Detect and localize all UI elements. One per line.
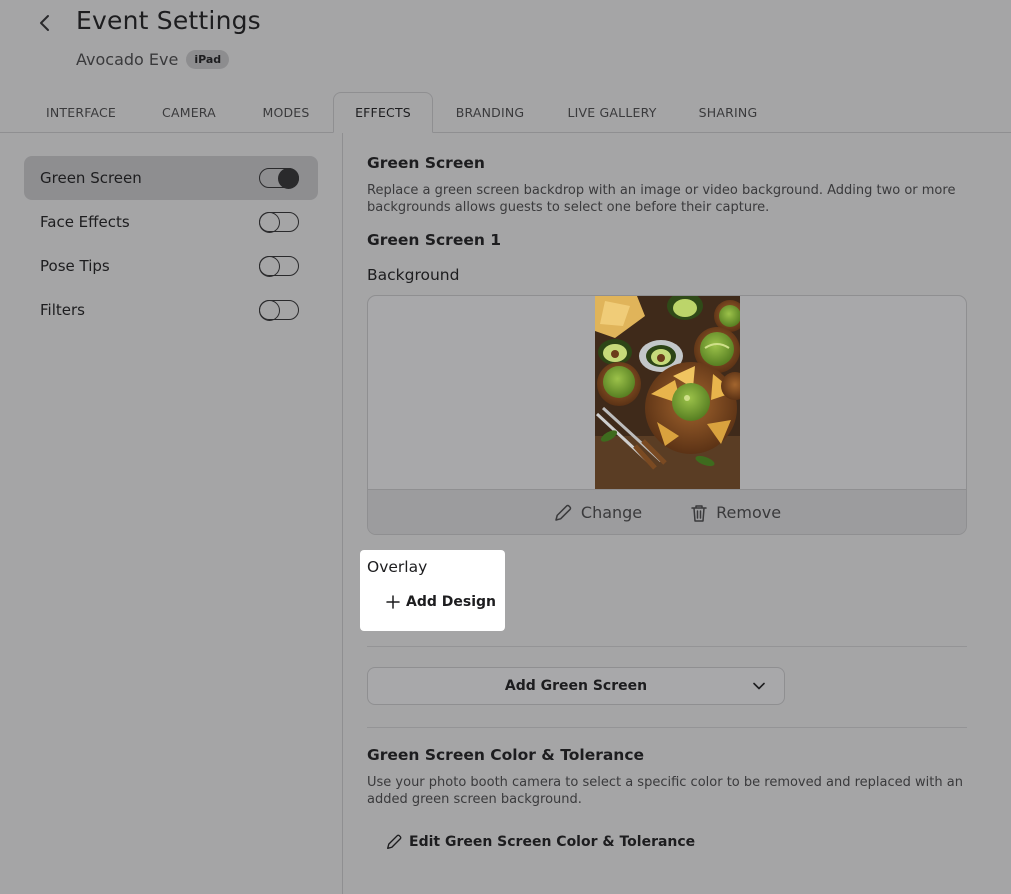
add-green-screen-dropdown[interactable]: Add Green Screen (367, 667, 785, 705)
overlay-panel: Overlay Add Design (360, 550, 505, 631)
food-image-illustration (595, 296, 740, 489)
pencil-icon (555, 504, 572, 521)
toggle-knob (259, 212, 280, 233)
add-green-screen-label: Add Green Screen (504, 678, 648, 694)
tab-camera[interactable]: CAMERA (143, 92, 235, 132)
color-tolerance-title: Green Screen Color & Tolerance (367, 746, 645, 764)
remove-background-button[interactable]: Remove (690, 503, 781, 523)
chevron-down-icon (753, 682, 765, 690)
sidebar-item-pose-tips[interactable]: Pose Tips (24, 244, 318, 288)
tab-branding[interactable]: BRANDING (442, 92, 538, 132)
face-effects-toggle[interactable] (259, 212, 299, 233)
settings-tabs: INTERFACE CAMERA MODES EFFECTS BRANDING … (0, 92, 1011, 133)
tab-effects[interactable]: EFFECTS (333, 92, 433, 133)
toggle-knob (259, 300, 280, 321)
sidebar-item-label: Face Effects (40, 213, 130, 231)
sidebar-item-label: Green Screen (40, 169, 142, 187)
remove-label: Remove (716, 503, 782, 522)
tab-modes[interactable]: MODES (246, 92, 326, 132)
toggle-knob (259, 256, 280, 277)
sidebar-item-label: Pose Tips (40, 257, 110, 275)
divider (367, 727, 967, 728)
sidebar-item-filters[interactable]: Filters (24, 288, 318, 332)
section-title: Green Screen (367, 154, 485, 172)
back-button[interactable] (34, 12, 56, 34)
background-actions: Change Remove (368, 489, 966, 534)
change-label: Change (580, 503, 643, 522)
plus-icon (386, 595, 400, 609)
event-name: Avocado Eve (76, 50, 179, 69)
tab-sharing[interactable]: SHARING (686, 92, 770, 132)
add-design-button[interactable]: Add Design (386, 594, 496, 610)
color-tolerance-description: Use your photo booth camera to select a … (367, 775, 963, 807)
section-description: Replace a green screen backdrop with an … (367, 183, 956, 215)
overlay-label: Overlay (367, 558, 428, 576)
add-design-label: Add Design (406, 594, 496, 610)
toggle-knob (278, 168, 299, 189)
background-label: Background (367, 266, 460, 284)
background-image (595, 296, 740, 489)
sidebar-item-face-effects[interactable]: Face Effects (24, 200, 318, 244)
tab-interface[interactable]: INTERFACE (30, 92, 132, 132)
tab-live-gallery[interactable]: LIVE GALLERY (556, 92, 668, 132)
sidebar-item-label: Filters (40, 301, 85, 319)
pencil-icon (387, 834, 402, 849)
page-header: Event Settings Avocado Eve iPad (0, 0, 1011, 92)
green-screen-1-title: Green Screen 1 (367, 231, 502, 249)
effects-sidebar: Green Screen Face Effects Pose Tips Filt… (0, 133, 343, 894)
edit-color-label: Edit Green Screen Color & Tolerance (409, 834, 696, 850)
device-badge: iPad (186, 50, 230, 69)
effects-main-panel: Green Screen Replace a green screen back… (343, 133, 1011, 894)
divider (367, 646, 967, 647)
filters-toggle[interactable] (259, 300, 299, 321)
green-screen-toggle[interactable] (259, 168, 299, 189)
trash-icon (691, 504, 707, 522)
chevron-left-icon (40, 15, 49, 31)
pose-tips-toggle[interactable] (259, 256, 299, 277)
background-card: Change Remove (367, 295, 967, 535)
edit-color-tolerance-button[interactable]: Edit Green Screen Color & Tolerance (385, 833, 695, 851)
sidebar-item-green-screen[interactable]: Green Screen (24, 156, 318, 200)
change-background-button[interactable]: Change (553, 503, 642, 523)
page-title: Event Settings (76, 6, 261, 35)
event-subtitle: Avocado Eve iPad (76, 50, 230, 69)
